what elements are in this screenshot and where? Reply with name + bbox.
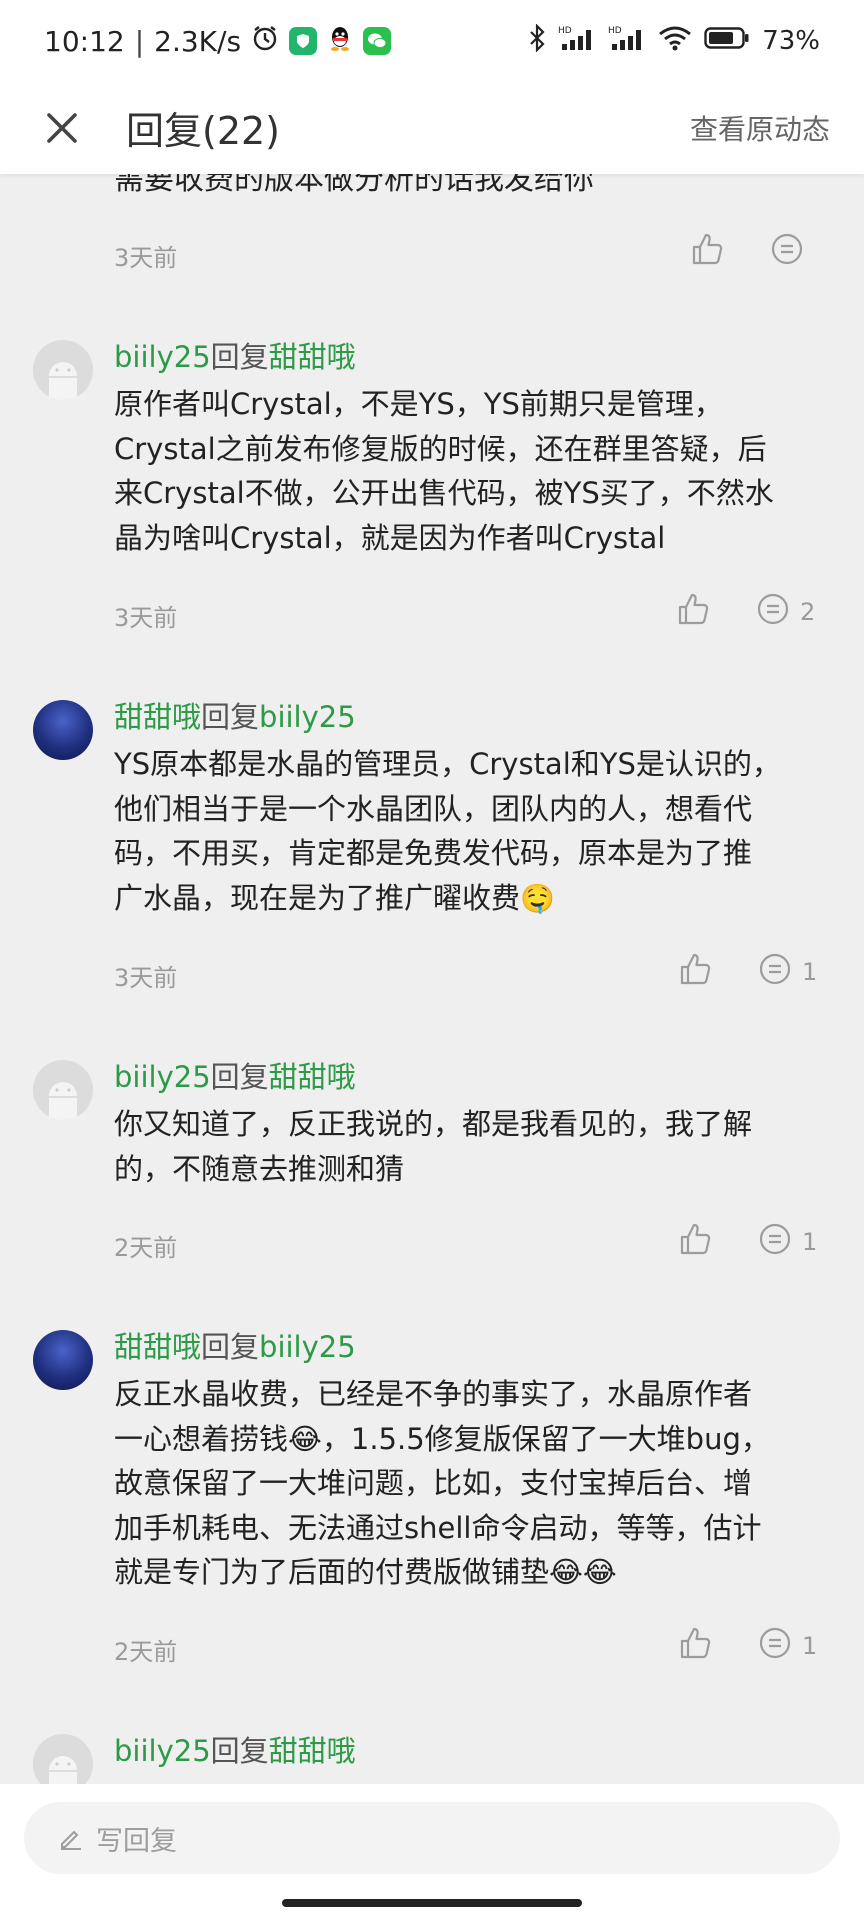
comment-time: 2天前	[114, 1638, 178, 1666]
comment-author[interactable]: 甜甜哦	[114, 700, 201, 734]
signal-hd-icon: HD	[558, 24, 596, 59]
signal-hd-icon: HD	[608, 24, 646, 59]
wifi-icon	[658, 24, 692, 59]
partial-comment-text: 需要收费的版本做分析的话我发给你	[114, 174, 594, 197]
comment-time: 3天前	[114, 604, 178, 632]
reply-input[interactable]: 写回复	[24, 1802, 840, 1874]
reply-icon[interactable]	[758, 1626, 792, 1664]
status-left: 10:12 | 2.3K/s	[44, 24, 392, 59]
qq-icon	[327, 24, 353, 59]
drool-emoji: 🤤	[520, 881, 555, 915]
reply-word: 回复	[201, 1330, 260, 1364]
status-bar: 10:12 | 2.3K/s HD HD 73%	[0, 0, 864, 82]
avatar[interactable]	[33, 340, 93, 400]
comment-text: 你又知道了，反正我说的，都是我看见的，我了解 的，不随意去推测和猜	[114, 1107, 753, 1186]
comment-author-line: 甜甜哦回复biily25	[114, 694, 356, 736]
top-header: 回复(22) 查看原动态	[0, 82, 864, 174]
comment-author[interactable]: biily25	[114, 340, 211, 374]
reply-word: 回复	[210, 340, 269, 374]
reply-target[interactable]: 甜甜哦	[269, 340, 356, 374]
reply-word: 回复	[201, 700, 260, 734]
battery-icon	[704, 25, 750, 58]
reply-icon[interactable]	[758, 1222, 792, 1260]
page-title: 回复(22)	[126, 109, 281, 153]
comment-time: 3天前	[114, 244, 178, 272]
close-button[interactable]	[36, 102, 88, 154]
reply-icon[interactable]	[770, 232, 804, 270]
reply-count: 2	[800, 598, 816, 626]
wechat-icon	[363, 27, 392, 55]
comment-author-line: 甜甜哦回复biily25	[114, 1324, 356, 1366]
reply-target[interactable]: biily25	[259, 1330, 356, 1364]
reply-list[interactable]: 需要收费的版本做分析的话我发给你 3天前 biily25回复甜甜哦 原作者叫Cr…	[0, 174, 864, 1784]
comment-text: YS原本都是水晶的管理员，Crystal和YS是认识的， 他们相当于是一个水晶团…	[114, 742, 820, 921]
avatar[interactable]	[33, 1330, 93, 1390]
close-icon	[47, 113, 77, 143]
battery-percent: 73%	[762, 26, 820, 56]
reply-placeholder: 写回复	[96, 1825, 177, 1857]
status-speed: 2.3K/s	[154, 24, 242, 58]
reply-target[interactable]: biily25	[259, 700, 356, 734]
pencil-icon	[61, 1830, 81, 1850]
comment-author-line: biily25回复甜甜哦	[114, 1054, 356, 1096]
svg-text:HD: HD	[558, 26, 572, 36]
comment-time: 3天前	[114, 964, 178, 992]
status-right: HD HD 73%	[528, 22, 820, 59]
reply-word: 回复	[210, 1060, 269, 1094]
reply-count: 1	[802, 1228, 818, 1256]
like-icon[interactable]	[678, 1222, 712, 1260]
reply-word: 回复	[210, 1734, 269, 1768]
comment-author-line: biily25回复甜甜哦	[114, 1728, 356, 1770]
reply-count: 1	[802, 1632, 818, 1660]
comment-author[interactable]: 甜甜哦	[114, 1330, 201, 1364]
status-divider: |	[134, 24, 145, 58]
reply-target[interactable]: 甜甜哦	[269, 1060, 356, 1094]
svg-text:HD: HD	[608, 26, 622, 36]
status-time: 10:12	[44, 24, 125, 58]
shield-app-icon	[289, 27, 318, 55]
android-default-avatar-icon	[33, 340, 93, 400]
like-icon[interactable]	[678, 1626, 712, 1664]
avatar[interactable]	[33, 700, 93, 760]
view-original-post-link[interactable]: 查看原动态	[690, 108, 830, 148]
reply-bar: 写回复	[0, 1784, 864, 1920]
reply-icon[interactable]	[756, 592, 790, 630]
alarm-icon	[251, 24, 279, 59]
avatar[interactable]	[33, 1060, 93, 1120]
like-icon[interactable]	[676, 592, 710, 630]
reply-count: 1	[802, 958, 818, 986]
like-icon[interactable]	[690, 232, 724, 270]
reply-icon[interactable]	[758, 952, 792, 990]
comment-text-body: YS原本都是水晶的管理员，Crystal和YS是认识的， 他们相当于是一个水晶团…	[114, 747, 781, 915]
comment-author-line: biily25回复甜甜哦	[114, 334, 356, 376]
comment-time: 2天前	[114, 1234, 178, 1262]
android-default-avatar-icon	[33, 1060, 93, 1120]
android-default-avatar-icon	[33, 1734, 93, 1784]
comment-author[interactable]: biily25	[114, 1734, 211, 1768]
home-indicator[interactable]	[282, 1899, 582, 1907]
comment-author[interactable]: biily25	[114, 1060, 211, 1094]
avatar[interactable]	[33, 1734, 93, 1784]
like-icon[interactable]	[678, 952, 712, 990]
comment-text: 反正水晶收费，已经是不争的事实了，水晶原作者 一心想着捞钱😂，1.5.5修复版保…	[114, 1377, 770, 1589]
bluetooth-icon	[528, 22, 546, 59]
reply-target[interactable]: 甜甜哦	[269, 1734, 356, 1768]
comment-text: 原作者叫Crystal，不是YS，YS前期只是管理， Crystal之前发布修复…	[114, 387, 774, 555]
